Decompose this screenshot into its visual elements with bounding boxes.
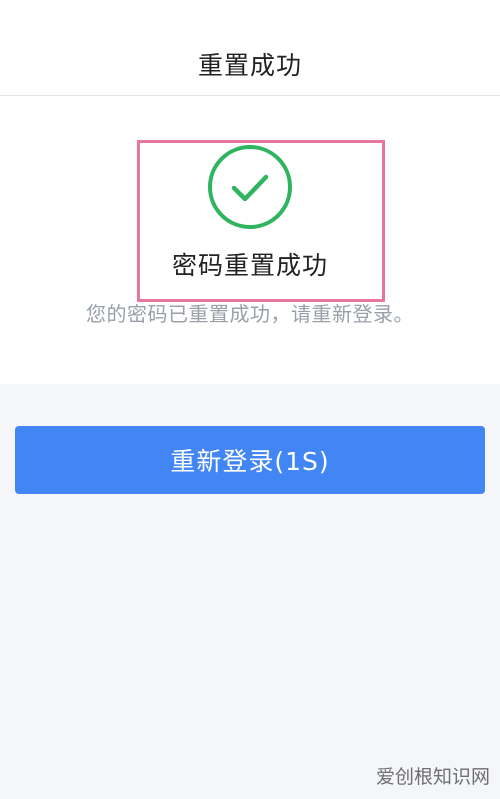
result-panel: 密码重置成功 您的密码已重置成功，请重新登录。 (0, 96, 500, 384)
check-circle-icon (208, 145, 292, 229)
watermark: 爱创根知识网 (375, 766, 490, 788)
header-bar: 重置成功 (0, 0, 500, 96)
page: 重置成功 密码重置成功 您的密码已重置成功，请重新登录。 重新登录(1S) 爱创… (0, 0, 500, 799)
page-title: 重置成功 (197, 51, 302, 80)
success-description: 您的密码已重置成功，请重新登录。 (86, 302, 414, 326)
success-title: 密码重置成功 (171, 251, 328, 280)
relogin-button[interactable]: 重新登录(1S) (15, 426, 485, 494)
